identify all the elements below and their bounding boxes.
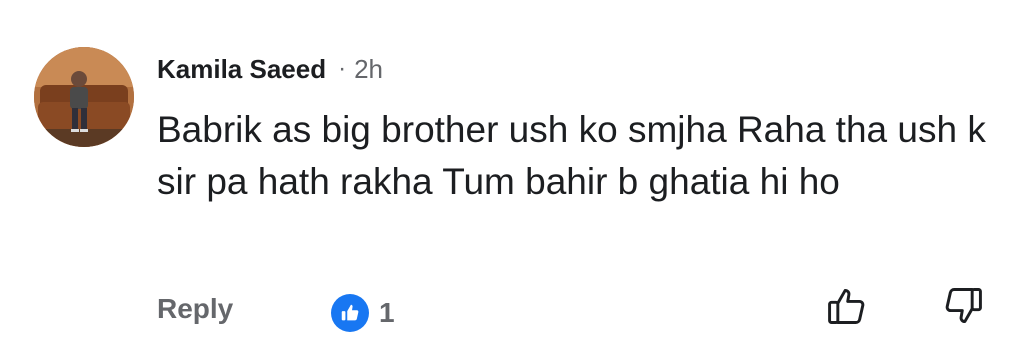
reply-button[interactable]: Reply	[157, 293, 233, 325]
reaction-summary[interactable]: 1	[331, 294, 395, 332]
comment-text: Babrik as big brother ush ko smjha Raha …	[157, 109, 986, 202]
timestamp[interactable]: 2h	[354, 54, 383, 85]
reaction-count: 1	[379, 297, 395, 328]
author-name[interactable]: Kamila Saeed	[157, 54, 326, 85]
header-separator: ·	[338, 55, 347, 82]
thumbs-up-icon[interactable]	[822, 281, 872, 331]
thumbs-down-icon[interactable]	[938, 281, 988, 331]
comment: Kamila Saeed · 2h Babrik as big brother …	[0, 0, 1024, 357]
avatar-photo	[34, 47, 134, 147]
like-icon	[331, 294, 369, 332]
avatar[interactable]	[34, 47, 134, 147]
comment-header: Kamila Saeed · 2h	[157, 52, 383, 86]
